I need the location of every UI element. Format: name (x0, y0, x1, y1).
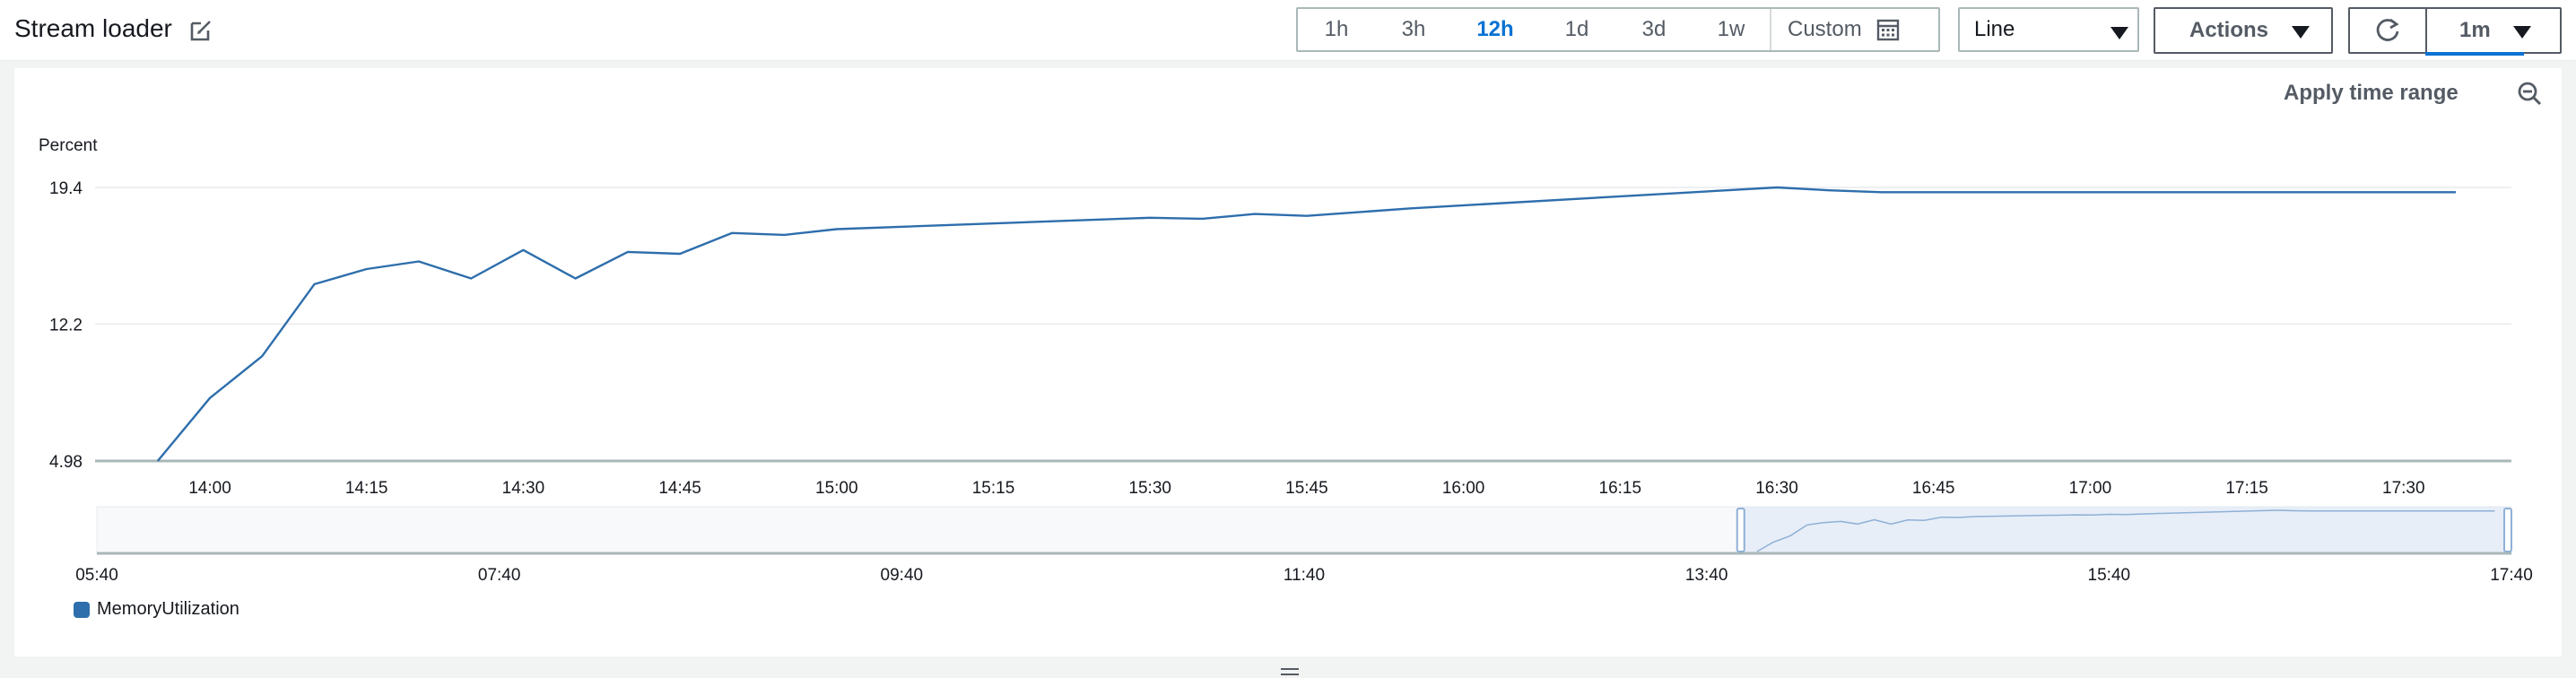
legend-label: MemoryUtilization (97, 599, 239, 619)
x-tick-label: 17:00 (2069, 479, 2112, 498)
x-tick-label: 15:30 (1128, 479, 1171, 498)
navigator-tick-label: 15:40 (2088, 566, 2131, 585)
navigator-tick-label: 13:40 (1685, 566, 1728, 585)
x-tick-label: 14:00 (188, 479, 231, 498)
navigator-left-handle[interactable] (1736, 508, 1745, 552)
x-tick-label: 15:15 (972, 479, 1015, 498)
legend-swatch (74, 601, 90, 618)
x-tick-label: 17:30 (2382, 479, 2425, 498)
y-tick-label: 12.2 (49, 316, 83, 335)
navigator-selection (1740, 507, 2508, 553)
x-tick-label: 17:15 (2225, 479, 2268, 498)
x-tick-label: 16:45 (1912, 479, 1955, 498)
x-tick-label: 16:15 (1599, 479, 1642, 498)
x-tick-label: 14:45 (658, 479, 701, 498)
x-tick-label: 14:15 (345, 479, 388, 498)
navigator-tick-label: 17:40 (2490, 566, 2533, 585)
navigator-tick-label: 09:40 (881, 566, 924, 585)
x-tick-label: 15:00 (815, 479, 858, 498)
y-tick-label: 19.4 (49, 179, 83, 198)
y-tick-label: 4.98 (49, 453, 83, 472)
line-chart: 19.4 12.2 4.98 14:00 14:15 14:30 14:45 15:00 15:… (49, 179, 2533, 585)
navigator-tick-label: 05:40 (75, 566, 118, 585)
chart-legend: MemoryUtilization (74, 599, 239, 620)
navigator-tick-label: 07:40 (478, 566, 521, 585)
x-tick-label: 14:30 (502, 479, 545, 498)
navigator-tick-label: 11:40 (1284, 566, 1325, 585)
resize-handle-icon[interactable] (1281, 667, 1299, 676)
navigator-right-handle[interactable] (2503, 508, 2512, 552)
x-tick-label: 15:45 (1285, 479, 1328, 498)
x-tick-label: 16:00 (1442, 479, 1485, 498)
x-tick-label: 16:30 (1755, 479, 1798, 498)
